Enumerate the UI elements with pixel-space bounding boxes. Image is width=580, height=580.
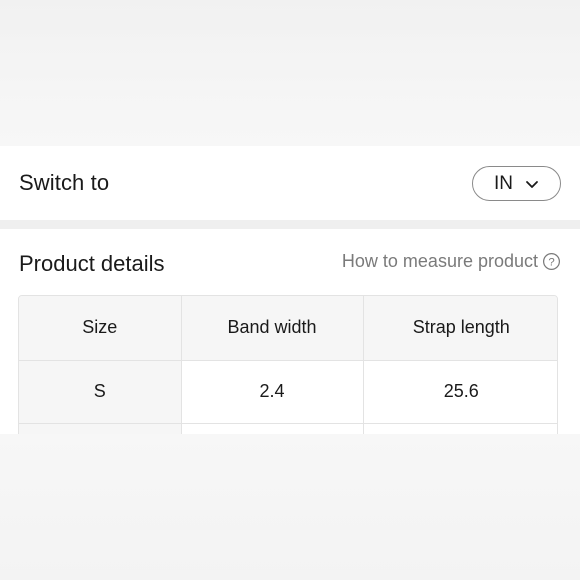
question-circle-icon: ?: [542, 252, 561, 271]
table-row: S 2.4 25.6: [19, 360, 557, 424]
product-details-title: Product details: [19, 251, 165, 276]
strap-length-cell: [363, 423, 557, 434]
blurred-background-bottom: [0, 434, 580, 580]
size-table: Size Band width Strap length S 2.4 25.6: [18, 295, 558, 434]
column-header-band-width: Band width: [181, 296, 364, 361]
size-cell: S: [19, 360, 182, 424]
unit-dropdown-value: IN: [494, 172, 513, 194]
blurred-background-top: [0, 0, 580, 146]
how-to-measure-link[interactable]: How to measure product ?: [342, 251, 561, 272]
column-header-strap-length: Strap length: [363, 296, 557, 361]
how-to-measure-label: How to measure product: [341, 251, 538, 271]
unit-switch-title: Switch to: [19, 170, 110, 195]
band-width-cell: 2.4: [181, 360, 364, 424]
strap-length-cell: 25.6: [363, 360, 557, 424]
svg-text:?: ?: [548, 256, 554, 268]
product-details-section: Product details How to measure product ?…: [0, 229, 580, 434]
chevron-down-icon: [526, 180, 538, 188]
band-width-cell: [181, 423, 364, 434]
section-divider: [0, 220, 580, 229]
unit-dropdown[interactable]: IN: [472, 166, 561, 201]
unit-switch-bar: Switch to IN: [0, 146, 580, 220]
size-cell: [19, 423, 182, 434]
table-row: [19, 423, 557, 434]
column-header-size: Size: [19, 296, 182, 361]
table-header-row: Size Band width Strap length: [19, 296, 557, 361]
